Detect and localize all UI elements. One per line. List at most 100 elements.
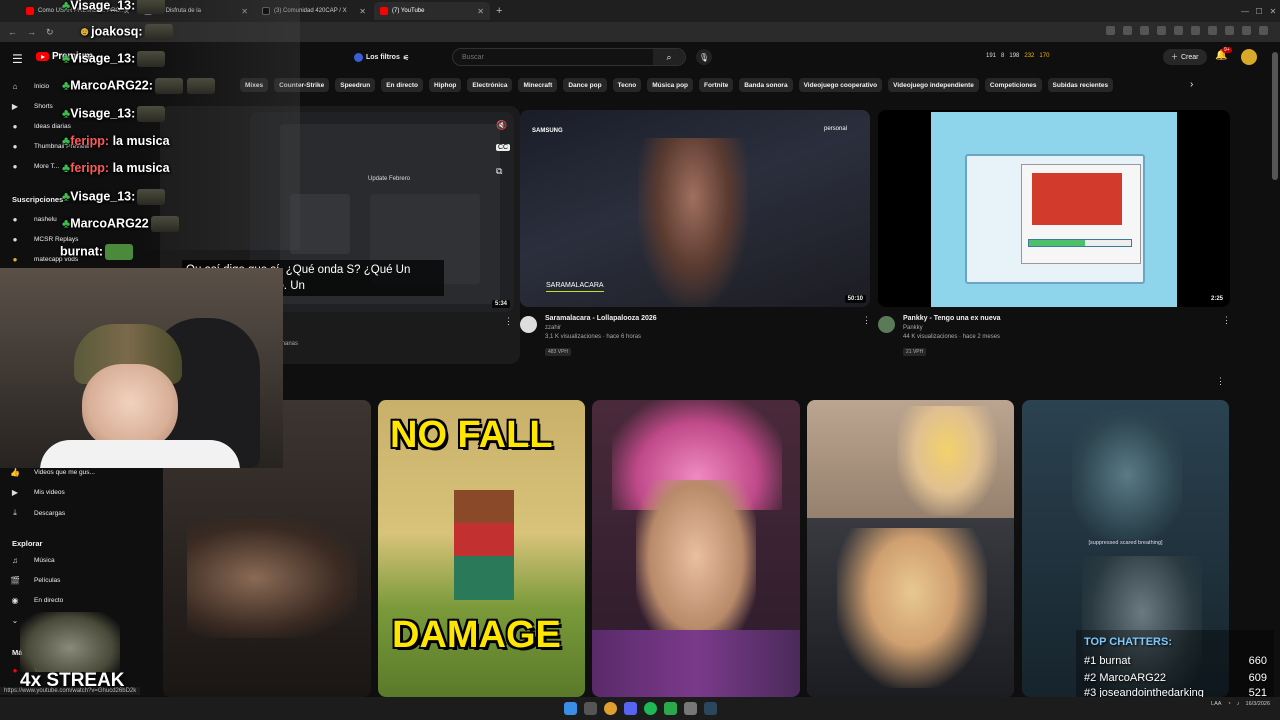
youtube-logo[interactable]: Premium bbox=[36, 51, 93, 62]
sidebar-item-movies[interactable]: 🎬 Películas bbox=[10, 576, 60, 585]
category-chip[interactable]: Música pop bbox=[647, 78, 694, 92]
extension-icon[interactable] bbox=[1140, 26, 1149, 35]
file-explorer-icon[interactable] bbox=[583, 702, 597, 715]
category-chip[interactable]: Tecno bbox=[612, 78, 642, 92]
browser-tab-active[interactable]: (7) YouTube ✕ bbox=[374, 2, 490, 20]
create-button[interactable]: ＋ Crear bbox=[1163, 49, 1207, 65]
more-options-icon[interactable]: ⋮ bbox=[862, 315, 871, 326]
maximize-icon[interactable]: ☐ bbox=[1252, 0, 1266, 22]
video-title[interactable]: Pankky - Tengo una ex nueva bbox=[903, 315, 1213, 322]
category-chip[interactable]: Fortnite bbox=[699, 78, 734, 92]
minimize-icon[interactable]: — bbox=[1238, 0, 1252, 22]
keyboard-language[interactable]: LAA bbox=[1211, 701, 1221, 707]
category-chip[interactable]: Minecraft bbox=[518, 78, 558, 92]
category-chip[interactable]: Counter-Strike bbox=[274, 78, 330, 92]
sidebar-sub-item[interactable]: ● MCSR Replays bbox=[10, 235, 79, 244]
channel-avatar[interactable] bbox=[878, 316, 895, 333]
category-chip[interactable]: Mixes bbox=[240, 78, 269, 92]
video-card[interactable]: SAMSUNG personal SARAMALACARA 50:10 Sara… bbox=[520, 110, 871, 360]
category-chip[interactable]: Banda sonora bbox=[739, 78, 793, 92]
clock-date[interactable]: 16/3/2026 bbox=[1246, 701, 1270, 707]
wifi-icon[interactable]: ◔ bbox=[1227, 701, 1230, 707]
scrollbar-thumb[interactable] bbox=[1272, 52, 1278, 180]
chrome-icon[interactable] bbox=[603, 702, 617, 715]
sidebar-item-live[interactable]: ◉ En directo bbox=[10, 596, 64, 605]
close-tab-icon[interactable]: ✕ bbox=[359, 7, 366, 16]
close-tab-icon[interactable]: ✕ bbox=[477, 7, 484, 16]
sponsor-logo-text: SAMSUNG bbox=[532, 128, 563, 134]
extension-icon[interactable] bbox=[1225, 26, 1234, 35]
category-chip[interactable]: Videojuego independiente bbox=[888, 78, 979, 92]
chevron-right-icon[interactable]: › bbox=[1190, 79, 1193, 90]
video-thumbnail[interactable] bbox=[807, 400, 1014, 697]
sidebar-item-music[interactable]: ♫ Música bbox=[10, 556, 55, 565]
search-input[interactable] bbox=[453, 53, 653, 61]
back-icon[interactable]: ← bbox=[8, 27, 17, 37]
microphone-icon[interactable]: 🎙 bbox=[696, 49, 712, 65]
category-chip[interactable]: Dance pop bbox=[563, 78, 607, 92]
captions-icon[interactable]: CC bbox=[496, 144, 511, 151]
menu-dots-icon[interactable] bbox=[1259, 26, 1268, 35]
close-tab-icon[interactable]: ✕ bbox=[241, 7, 248, 16]
hamburger-menu-icon[interactable]: ☰ bbox=[12, 52, 23, 66]
video-thumbnail[interactable]: SAMSUNG personal SARAMALACARA 50:10 bbox=[520, 110, 870, 307]
extension-icon[interactable] bbox=[1106, 26, 1115, 35]
sidebar-item-inicio[interactable]: ⌂ Inicio bbox=[10, 82, 50, 91]
sidebar-item-ideas[interactable]: ● Ideas diarias bbox=[10, 122, 71, 131]
category-chip[interactable]: Competiciones bbox=[984, 78, 1042, 92]
sidebar-sub-item[interactable]: ● matecapp vods bbox=[10, 255, 79, 264]
spotify-icon[interactable] bbox=[643, 702, 657, 715]
video-thumbnail[interactable]: NO FALL DAMAGE bbox=[378, 400, 585, 697]
close-window-icon[interactable]: ✕ bbox=[1266, 0, 1280, 22]
picture-in-picture-icon[interactable]: ⧉ bbox=[496, 166, 502, 177]
discord-icon[interactable] bbox=[623, 702, 637, 715]
new-tab-icon[interactable]: + bbox=[496, 5, 502, 17]
obs-icon[interactable] bbox=[683, 702, 697, 715]
start-menu-icon[interactable] bbox=[563, 702, 577, 715]
sidebar-item-downloads[interactable]: ⤓ Descargas bbox=[10, 508, 65, 518]
sidebar-item-my-videos[interactable]: ▶ Mis videos bbox=[10, 488, 65, 497]
show-more-chevron[interactable]: ⌄ bbox=[10, 616, 20, 625]
extension-icon[interactable] bbox=[1157, 26, 1166, 35]
video-thumbnail[interactable]: 2:25 bbox=[878, 110, 1230, 307]
sidebar-item-more[interactable]: ● More T... bbox=[10, 162, 60, 171]
notifications-bell-icon[interactable]: 🔔 9+ bbox=[1215, 47, 1232, 61]
extension-icon[interactable] bbox=[1174, 26, 1183, 35]
filters-button[interactable]: Los filtros ⚟ bbox=[354, 53, 409, 62]
more-options-icon[interactable]: ⋮ bbox=[504, 316, 513, 327]
category-chip[interactable]: Subidas recientes bbox=[1047, 78, 1114, 92]
profile-icon[interactable] bbox=[1242, 26, 1251, 35]
video-card[interactable]: 2:25 Pankky - Tengo una ex nueva Pankky … bbox=[878, 110, 1231, 360]
sidebar-item-shorts[interactable]: ▶ Shorts bbox=[10, 102, 53, 111]
video-title[interactable]: Saramalacara - Lollapalooza 2026 bbox=[545, 315, 855, 322]
more-options-icon[interactable]: ⋮ bbox=[1222, 315, 1231, 326]
search-button[interactable]: ⌕ bbox=[653, 49, 685, 65]
browser-tab[interactable]: (3) Comunidad 420CAP / X ✕ bbox=[256, 2, 372, 20]
category-chip[interactable]: En directo bbox=[381, 78, 424, 92]
volume-icon[interactable]: ♪ bbox=[1237, 701, 1240, 707]
sidebar-item-thumbnail-preview[interactable]: ● Thumbnail Preview bbox=[10, 142, 90, 151]
section-more-options-icon[interactable]: ⋮ bbox=[1216, 376, 1225, 387]
extension-icon[interactable] bbox=[1208, 26, 1217, 35]
extension-icon[interactable] bbox=[1191, 26, 1200, 35]
category-chip[interactable]: Videojuego cooperativo bbox=[798, 78, 883, 92]
category-chip[interactable]: Speedrun bbox=[335, 78, 376, 92]
browser-tab[interactable]: Como USAR PREMIERE PRO... ✕ bbox=[20, 2, 136, 20]
app-icon[interactable] bbox=[663, 702, 677, 715]
category-chip[interactable]: Hiphop bbox=[429, 78, 462, 92]
reload-icon[interactable]: ↻ bbox=[46, 27, 54, 38]
star-icon[interactable] bbox=[1123, 26, 1132, 35]
channel-name[interactable]: Pankky bbox=[903, 325, 1213, 331]
category-chip[interactable]: Electrónica bbox=[467, 78, 513, 92]
sidebar-item-liked[interactable]: 👍 Videos que me gus... bbox=[10, 468, 95, 477]
steam-icon[interactable] bbox=[703, 702, 717, 715]
account-avatar[interactable] bbox=[1241, 49, 1257, 65]
video-thumbnail[interactable] bbox=[592, 400, 800, 697]
browser-tab[interactable]: le | Disfruta de la ✕ bbox=[138, 2, 254, 20]
channel-avatar[interactable] bbox=[520, 316, 537, 333]
channel-name[interactable]: zzahir bbox=[545, 325, 855, 331]
sidebar-sub-item[interactable]: ● nashelu bbox=[10, 215, 57, 224]
close-tab-icon[interactable]: ✕ bbox=[123, 7, 130, 16]
forward-icon[interactable]: → bbox=[27, 27, 36, 37]
mute-icon[interactable]: 🔇 bbox=[496, 120, 507, 131]
